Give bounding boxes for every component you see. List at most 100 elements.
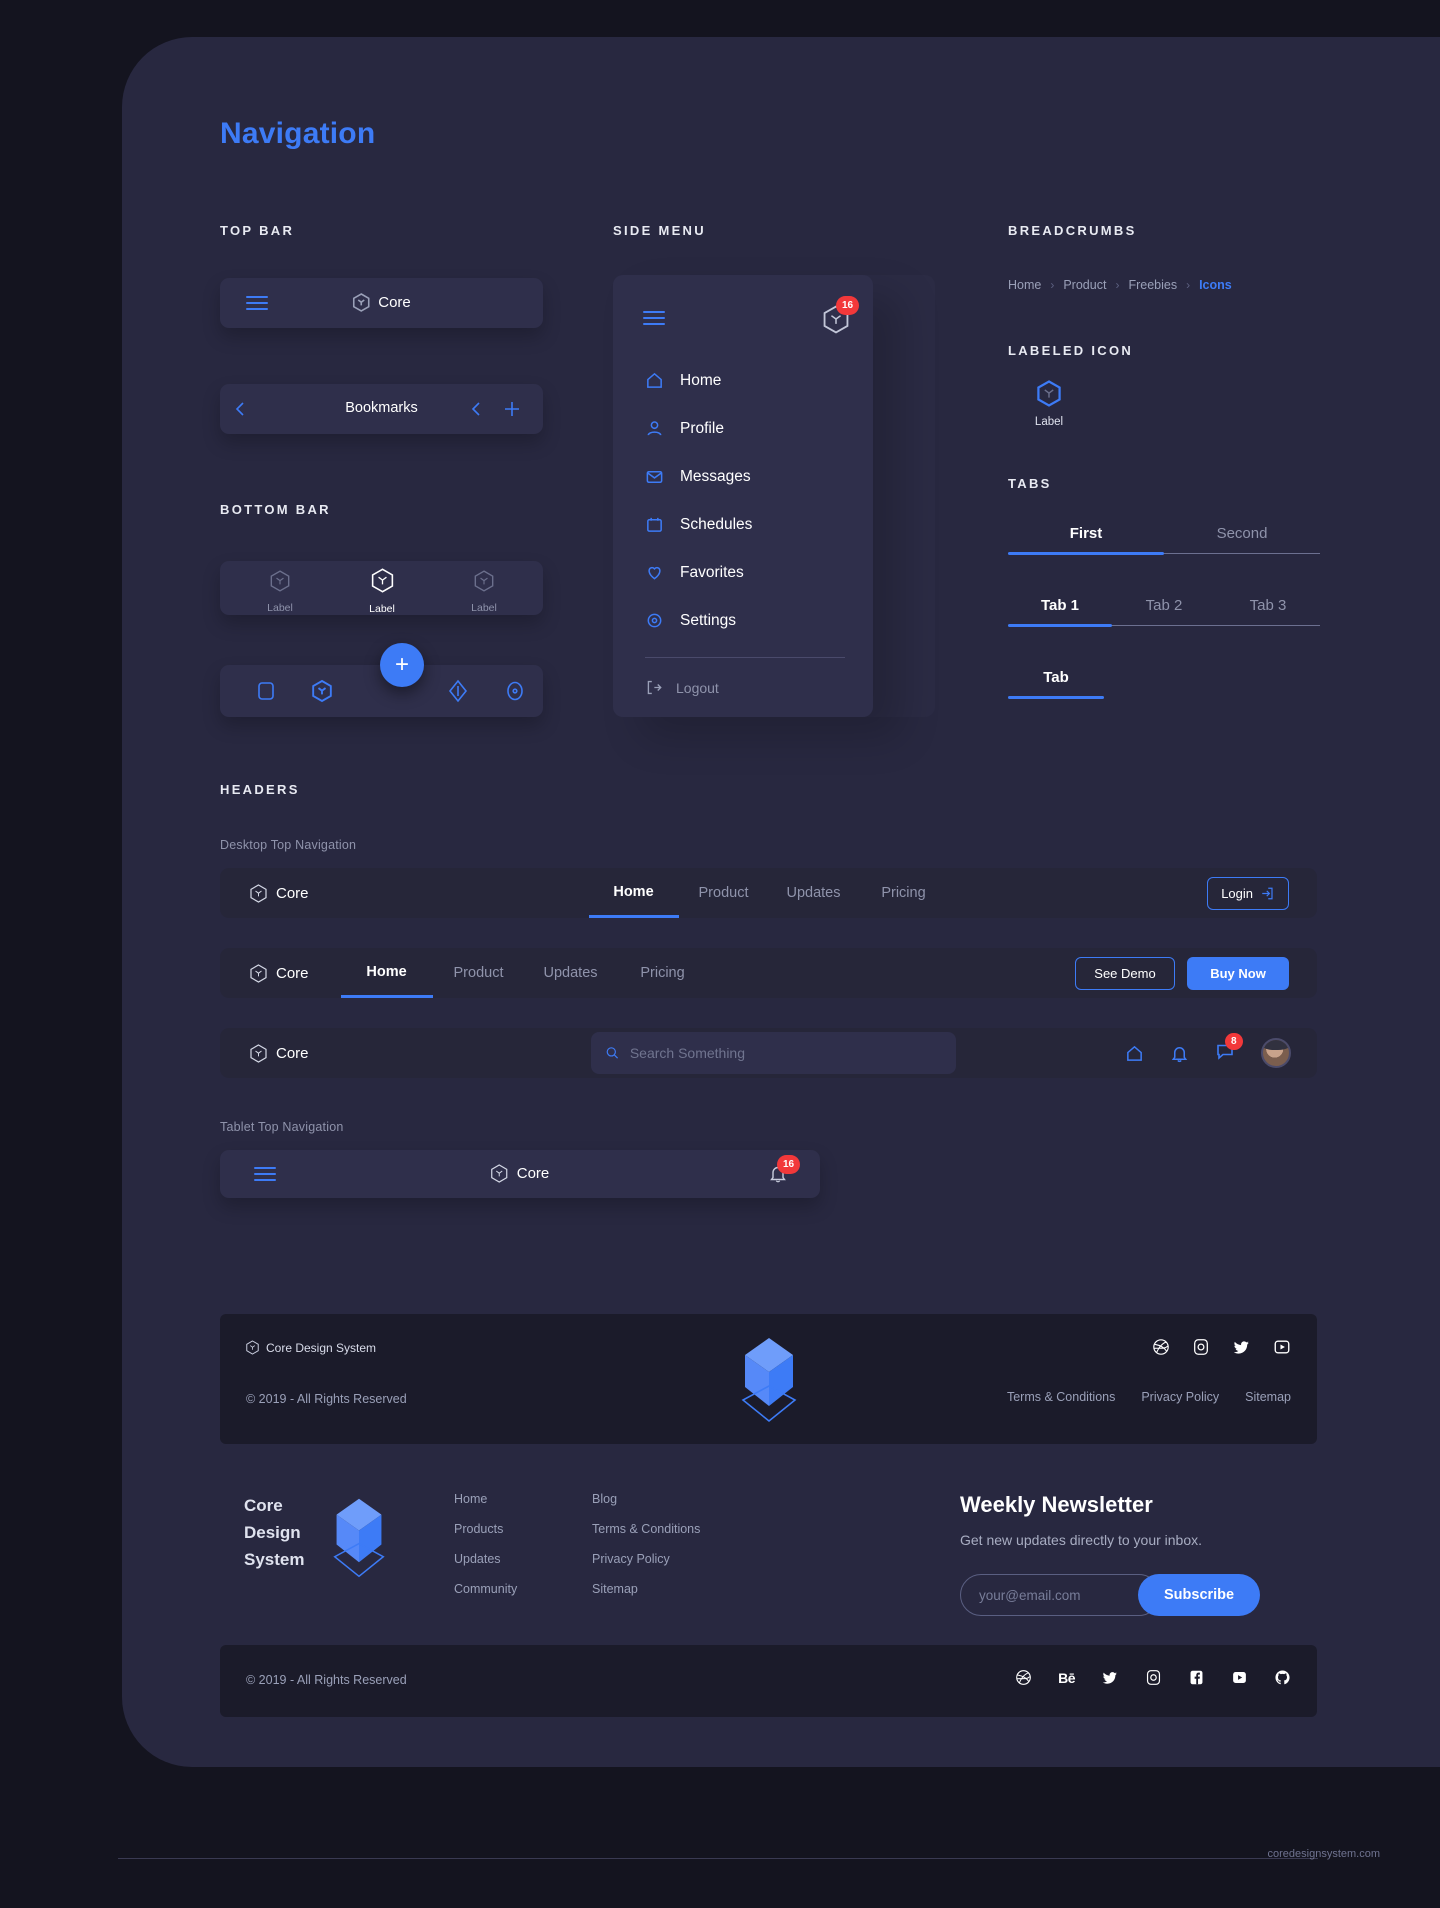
see-demo-button[interactable]: See Demo — [1075, 956, 1175, 990]
hamburger-icon[interactable] — [643, 311, 665, 325]
side-menu-logout[interactable]: Logout — [645, 679, 719, 696]
chat-icon-wrap[interactable]: 8 — [1215, 1032, 1243, 1066]
tab-first[interactable]: First — [1008, 525, 1164, 555]
footer-link-home[interactable]: Home — [454, 1492, 517, 1506]
instagram-icon[interactable] — [1192, 1338, 1210, 1356]
footer-link-sitemap[interactable]: Sitemap — [592, 1582, 700, 1596]
brand: Core — [352, 293, 411, 312]
caption-tablet-top-nav: Tablet Top Navigation — [220, 1120, 344, 1134]
breadcrumb-item-icons[interactable]: Icons — [1199, 278, 1232, 292]
newsletter: Weekly Newsletter Get new updates direct… — [960, 1492, 1300, 1616]
section-label-breadcrumbs: BREADCRUMBS — [1008, 223, 1137, 238]
hexagon-icon[interactable] — [312, 679, 332, 703]
bottombar-labeled: Label Label Label — [220, 561, 543, 615]
hamburger-icon[interactable] — [246, 296, 268, 310]
side-menu-item-settings[interactable]: Settings — [645, 611, 736, 630]
footer-link-privacy[interactable]: Privacy Policy — [1141, 1390, 1219, 1404]
github-icon[interactable] — [1274, 1669, 1291, 1686]
side-menu-item-favorites[interactable]: Favorites — [645, 563, 744, 582]
nav-link-pricing[interactable]: Pricing — [617, 948, 709, 998]
labeled-icon[interactable]: Label — [1022, 380, 1076, 428]
twitter-icon[interactable] — [1232, 1338, 1251, 1356]
footer-link-sitemap[interactable]: Sitemap — [1245, 1390, 1291, 1404]
hexagon-icon — [474, 570, 494, 592]
plus-icon[interactable] — [503, 400, 521, 418]
rounded-square-icon[interactable] — [256, 680, 276, 702]
fab-add-button[interactable]: + — [380, 643, 424, 687]
chevron-left-icon-left[interactable] — [234, 401, 246, 417]
side-menu-item-schedules[interactable]: Schedules — [645, 515, 752, 534]
hamburger-icon[interactable] — [254, 1167, 276, 1181]
facebook-icon[interactable] — [1188, 1669, 1205, 1686]
dribbble-icon[interactable] — [1152, 1338, 1170, 1356]
bottombar-item[interactable]: Label — [449, 570, 519, 614]
chevron-left-icon[interactable] — [470, 401, 482, 417]
brand[interactable]: Core — [250, 963, 309, 983]
bell-icon[interactable] — [1170, 1044, 1189, 1063]
footer-column-1: Home Products Updates Community — [454, 1492, 517, 1596]
breadcrumb-item-product[interactable]: Product — [1063, 278, 1106, 292]
diamond-icon[interactable] — [448, 679, 468, 703]
tab-single[interactable]: Tab — [1008, 669, 1104, 699]
footer-link-products[interactable]: Products — [454, 1522, 517, 1536]
notification-hex[interactable]: 16 — [823, 296, 860, 335]
side-menu-item-label: Favorites — [680, 563, 744, 581]
tab-1[interactable]: Tab 1 — [1008, 597, 1112, 627]
nav-link-updates[interactable]: Updates — [525, 948, 617, 998]
breadcrumb-item-home[interactable]: Home — [1008, 278, 1041, 292]
footer-link-updates[interactable]: Updates — [454, 1552, 517, 1566]
tab-second[interactable]: Second — [1164, 525, 1320, 554]
subscribe-button[interactable]: Subscribe — [1138, 1574, 1261, 1616]
behance-icon[interactable]: Bē — [1058, 1670, 1075, 1686]
email-field[interactable] — [960, 1574, 1160, 1616]
nav-link-updates[interactable]: Updates — [769, 868, 859, 918]
twitter-icon[interactable] — [1101, 1669, 1119, 1686]
tab-3[interactable]: Tab 3 — [1216, 597, 1320, 626]
nav-link-product[interactable]: Product — [679, 868, 769, 918]
tab-2[interactable]: Tab 2 — [1112, 597, 1216, 626]
youtube-icon[interactable] — [1273, 1338, 1291, 1356]
footer-link-community[interactable]: Community — [454, 1582, 517, 1596]
hexagon-icon — [270, 570, 290, 592]
brand[interactable]: Core — [250, 883, 309, 903]
dribbble-icon[interactable] — [1015, 1669, 1032, 1686]
circle-icon[interactable] — [505, 680, 525, 702]
brand-label: Core — [276, 1044, 309, 1062]
nav-link-home[interactable]: Home — [588, 868, 679, 918]
nav-link-pricing[interactable]: Pricing — [859, 868, 949, 918]
side-menu-item-messages[interactable]: Messages — [645, 467, 751, 486]
side-menu-logout-label: Logout — [676, 679, 719, 696]
side-menu-item-home[interactable]: Home — [645, 371, 721, 390]
buy-now-button[interactable]: Buy Now — [1187, 956, 1289, 990]
bell-icon-wrap[interactable]: 16 — [768, 1155, 801, 1189]
instagram-icon[interactable] — [1145, 1669, 1162, 1686]
fab-label: + — [394, 651, 409, 678]
breadcrumb-item-freebies[interactable]: Freebies — [1128, 278, 1177, 292]
footer-link-privacy[interactable]: Privacy Policy — [592, 1552, 700, 1566]
brand-label: Core — [276, 964, 309, 982]
avatar[interactable] — [1261, 1038, 1291, 1068]
search-input[interactable] — [629, 1045, 942, 1061]
footer-link-blog[interactable]: Blog — [592, 1492, 700, 1506]
bottombar-fab: + — [220, 643, 543, 717]
side-menu: 16 Home Profile Messages Schedules Favor… — [613, 275, 873, 717]
youtube-icon[interactable] — [1231, 1669, 1248, 1686]
tabs-row-1: First Second — [1008, 525, 1320, 555]
nav-link-product[interactable]: Product — [433, 948, 525, 998]
footer-link-terms[interactable]: Terms & Conditions — [1007, 1390, 1115, 1404]
side-menu-divider — [645, 657, 845, 658]
home-icon[interactable] — [1125, 1044, 1144, 1063]
login-button[interactable]: Login — [1207, 876, 1289, 910]
brand[interactable]: Core — [250, 1043, 309, 1063]
hexagon-icon — [250, 883, 267, 903]
bottombar-item[interactable]: Label — [245, 570, 315, 614]
footer-link-terms[interactable]: Terms & Conditions — [592, 1522, 700, 1536]
search-icon — [606, 1047, 619, 1059]
side-menu-item-profile[interactable]: Profile — [645, 419, 724, 438]
search-box[interactable] — [591, 1032, 956, 1074]
nav-icon-group: 8 — [1125, 1032, 1291, 1068]
bottombar-item-active[interactable]: Label — [347, 568, 417, 615]
nav-link-home[interactable]: Home — [340, 948, 433, 998]
bottombar-item-label: Label — [267, 602, 293, 614]
side-menu-item-label: Home — [680, 371, 722, 389]
